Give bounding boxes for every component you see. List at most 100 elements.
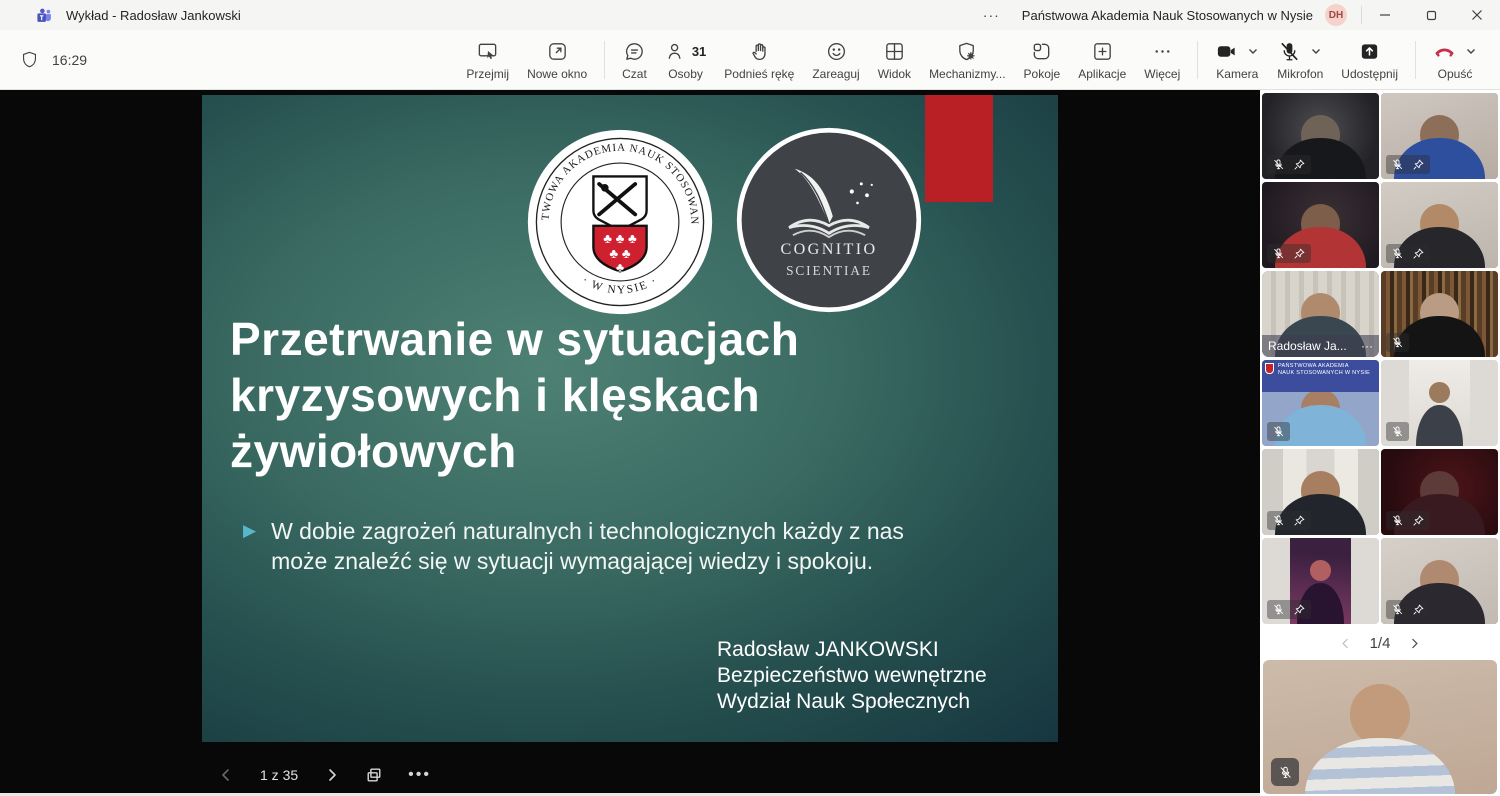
react-button[interactable]: Zareaguj bbox=[803, 38, 868, 81]
more-dots-icon bbox=[1151, 40, 1174, 63]
author-faculty: Wydział Nauk Społecznych bbox=[717, 689, 987, 715]
university-seal-logo: PAŃSTWOWA AKADEMIA NAUK STOSOWANYCH · W … bbox=[525, 127, 715, 317]
toolbar-divider bbox=[1197, 41, 1198, 79]
camera-options-chevron[interactable] bbox=[1247, 45, 1259, 57]
view-button[interactable]: Widok bbox=[869, 38, 920, 81]
leave-options-chevron[interactable] bbox=[1465, 45, 1477, 57]
mechanisms-button[interactable]: Mechanizmy... bbox=[920, 38, 1014, 81]
mic-muted-badge bbox=[1271, 758, 1299, 786]
bullet-arrow-icon: ▶ bbox=[243, 516, 256, 576]
new-window-button[interactable]: Nowe okno bbox=[518, 38, 596, 81]
participant-video-tile[interactable]: PAŃSTWOWA AKADEMIA NAUK STOSOWANYCH W NY… bbox=[1381, 449, 1498, 535]
mic-off-icon bbox=[1272, 603, 1285, 616]
new-window-icon bbox=[546, 40, 569, 63]
svg-text:♣ ♣ ♣: ♣ ♣ ♣ bbox=[603, 231, 637, 246]
toolbar-divider bbox=[1415, 41, 1416, 79]
participant-video-tile[interactable]: PAŃSTWOWA AKADEMIA NAUK STOSOWANYCH W NY… bbox=[1262, 271, 1379, 357]
participant-video-tile[interactable]: PAŃSTWOWA AKADEMIA NAUK STOSOWANYCH W NY… bbox=[1381, 538, 1498, 624]
leave-button[interactable]: Opuść bbox=[1424, 38, 1486, 81]
participant-video-tile[interactable]: PAŃSTWOWA AKADEMIA NAUK STOSOWANYCH W NY… bbox=[1262, 449, 1379, 535]
spotlight-video-tile[interactable] bbox=[1263, 660, 1497, 794]
share-icon bbox=[1358, 40, 1381, 63]
meeting-stage-area: PAŃSTWOWA AKADEMIA NAUK STOSOWANYCH · W … bbox=[0, 90, 1500, 796]
meeting-timer: 16:29 bbox=[52, 52, 87, 68]
raise-hand-button[interactable]: Podnieś rękę bbox=[715, 38, 803, 81]
svg-text:♣ ♣: ♣ ♣ bbox=[609, 246, 630, 261]
rooms-button[interactable]: Pokoje bbox=[1015, 38, 1070, 81]
shared-content-stage: PAŃSTWOWA AKADEMIA NAUK STOSOWANYCH · W … bbox=[0, 90, 1260, 796]
apps-plus-icon bbox=[1091, 40, 1114, 63]
pin-icon[interactable] bbox=[1293, 247, 1306, 260]
tile-badges bbox=[1386, 155, 1430, 174]
pin-icon[interactable] bbox=[1293, 603, 1306, 616]
participant-video-tile[interactable]: PAŃSTWOWA AKADEMIA NAUK STOSOWANYCH W NY… bbox=[1381, 271, 1498, 357]
camera-icon bbox=[1215, 40, 1238, 63]
pin-icon[interactable] bbox=[1412, 603, 1425, 616]
account-avatar-badge[interactable]: DH bbox=[1325, 4, 1347, 26]
tile-badges bbox=[1267, 511, 1311, 530]
pin-icon[interactable] bbox=[1293, 514, 1306, 527]
svg-text:♣: ♣ bbox=[616, 260, 624, 274]
pin-icon[interactable] bbox=[1412, 514, 1425, 527]
participant-video-tile[interactable]: PAŃSTWOWA AKADEMIA NAUK STOSOWANYCH W NY… bbox=[1381, 93, 1498, 179]
people-icon bbox=[665, 40, 688, 63]
security-shield-icon bbox=[20, 50, 39, 69]
seal-shield: ♣ ♣ ♣ ♣ ♣ ♣ bbox=[593, 176, 646, 274]
participant-name-label: Radosław Ja... bbox=[1268, 339, 1347, 353]
tile-badges bbox=[1386, 511, 1430, 530]
svg-text:COGNITIO: COGNITIO bbox=[781, 241, 878, 258]
participant-video-tile[interactable]: PAŃSTWOWA AKADEMIA NAUK STOSOWANYCH W NY… bbox=[1262, 93, 1379, 179]
minimize-button[interactable] bbox=[1362, 0, 1408, 30]
gallery-next-page-button[interactable] bbox=[1408, 637, 1421, 650]
previous-slide-button[interactable] bbox=[218, 767, 234, 783]
tile-more-options-button[interactable]: ··· bbox=[1361, 339, 1373, 353]
close-button[interactable] bbox=[1454, 0, 1500, 30]
slide-bullet-text: W dobie zagrożeń naturalnych i technolog… bbox=[271, 516, 963, 576]
participant-video-tile[interactable]: PAŃSTWOWA AKADEMIA NAUK STOSOWANYCH W NY… bbox=[1381, 360, 1498, 446]
participant-video-tile[interactable]: PAŃSTWOWA AKADEMIA NAUK STOSOWANYCH W NY… bbox=[1381, 182, 1498, 268]
mic-off-icon bbox=[1391, 603, 1404, 616]
teams-logo-icon bbox=[36, 7, 53, 24]
next-slide-button[interactable] bbox=[324, 767, 340, 783]
mic-off-icon bbox=[1391, 336, 1404, 349]
camera-button[interactable]: Kamera bbox=[1206, 38, 1268, 81]
banner-shield-icon bbox=[1265, 363, 1274, 374]
microphone-options-chevron[interactable] bbox=[1310, 45, 1322, 57]
more-button[interactable]: Więcej bbox=[1135, 38, 1189, 81]
presentation-slide[interactable]: PAŃSTWOWA AKADEMIA NAUK STOSOWANYCH · W … bbox=[202, 95, 1058, 742]
participant-video-tile[interactable]: PAŃSTWOWA AKADEMIA NAUK STOSOWANYCH W NY… bbox=[1262, 182, 1379, 268]
active-speaker-namebar: Radosław Ja... ··· bbox=[1262, 335, 1379, 357]
titlebar-overflow-button[interactable]: ··· bbox=[983, 7, 1000, 23]
pin-icon[interactable] bbox=[1412, 247, 1425, 260]
pin-icon[interactable] bbox=[1412, 158, 1425, 171]
mic-off-icon bbox=[1391, 158, 1404, 171]
slide-more-options-button[interactable]: ••• bbox=[408, 766, 431, 784]
participant-video-tile[interactable]: PAŃSTWOWA AKADEMIA NAUK STOSOWANYCH W NY… bbox=[1262, 360, 1379, 446]
apps-button[interactable]: Aplikacje bbox=[1069, 38, 1135, 81]
tile-badges bbox=[1267, 244, 1311, 263]
participant-video-tile[interactable]: PAŃSTWOWA AKADEMIA NAUK STOSOWANYCH W NY… bbox=[1262, 538, 1379, 624]
takeover-button[interactable]: Przejmij bbox=[457, 38, 518, 81]
people-button[interactable]: 31 Osoby bbox=[656, 38, 715, 81]
window-title: Wykład - Radosław Jankowski bbox=[66, 8, 241, 23]
takeover-icon bbox=[476, 40, 499, 63]
pin-icon[interactable] bbox=[1293, 158, 1306, 171]
participants-grid: PAŃSTWOWA AKADEMIA NAUK STOSOWANYCH W NY… bbox=[1262, 93, 1498, 624]
svg-text:SCIENTIAE: SCIENTIAE bbox=[786, 263, 872, 278]
maximize-button[interactable] bbox=[1408, 0, 1454, 30]
slide-thumbnails-button[interactable] bbox=[366, 767, 382, 783]
tile-badges bbox=[1267, 600, 1311, 619]
view-grid-icon bbox=[883, 40, 906, 63]
slide-title: Przetrwanie w sytuacjach kryzysowych i k… bbox=[230, 311, 960, 479]
slide-red-accent-block bbox=[925, 95, 993, 202]
toolbar-divider bbox=[604, 41, 605, 79]
tile-badges bbox=[1386, 422, 1409, 441]
mic-off-icon bbox=[1391, 425, 1404, 438]
video-backdrop-banner: PAŃSTWOWA AKADEMIA NAUK STOSOWANYCH W NY… bbox=[1262, 360, 1379, 392]
share-button[interactable]: Udostępnij bbox=[1332, 38, 1407, 81]
leave-call-icon bbox=[1433, 40, 1456, 63]
chat-button[interactable]: Czat bbox=[613, 38, 656, 81]
microphone-button[interactable]: Mikrofon bbox=[1268, 38, 1332, 81]
gallery-prev-page-button[interactable] bbox=[1339, 637, 1352, 650]
raise-hand-icon bbox=[748, 40, 771, 63]
